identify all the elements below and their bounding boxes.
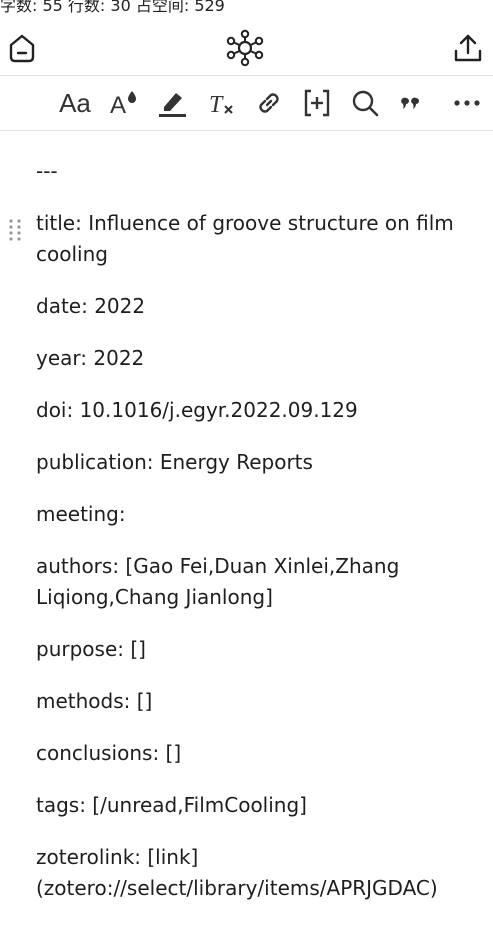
format-toolbar: Aa A T (0, 76, 493, 130)
share-button[interactable] (448, 28, 488, 68)
line-title[interactable]: title: Influence of groove structure on … (36, 208, 456, 270)
link-icon (259, 93, 279, 113)
insert-block-button[interactable] (298, 84, 336, 122)
line-publication[interactable]: publication: Energy Reports (36, 447, 456, 478)
drag-handle-icon[interactable] (8, 218, 22, 242)
insert-block-icon (304, 89, 330, 117)
top-bar (0, 22, 493, 74)
quote-button[interactable] (394, 84, 432, 122)
home-icon (9, 34, 35, 63)
text-size-button[interactable]: Aa (56, 84, 94, 122)
status-bar: 字数: 55 行数: 30 占空间: 529 (0, 0, 225, 15)
more-icon (454, 100, 480, 106)
line-year[interactable]: year: 2022 (36, 343, 456, 374)
search-button[interactable] (346, 84, 384, 122)
graph-view-icon (226, 29, 264, 67)
clear-format-glyph: T (209, 92, 224, 118)
line-doi[interactable]: doi: 10.1016/j.egyr.2022.09.129 (36, 395, 456, 426)
quote-icon (401, 97, 419, 109)
more-button[interactable] (448, 84, 486, 122)
text-color-icon: A (110, 91, 136, 118)
line-methods[interactable]: methods: [] (36, 686, 456, 717)
share-icon (454, 34, 482, 62)
line-tags[interactable]: tags: [/unread,FilmCooling] (36, 790, 456, 821)
link-button[interactable] (250, 84, 288, 122)
clear-format-button[interactable]: T (202, 84, 240, 122)
line-purpose[interactable]: purpose: [] (36, 634, 456, 665)
text-size-icon: Aa (59, 87, 91, 118)
line-authors[interactable]: authors: [Gao Fei,Duan Xinlei,Zhang Liqi… (36, 551, 456, 613)
frontmatter-delimiter[interactable]: --- (36, 156, 456, 187)
home-button[interactable] (2, 28, 42, 68)
line-zoterolink[interactable]: zoterolink: [link](zotero://select/libra… (36, 842, 456, 904)
line-conclusions[interactable]: conclusions: [] (36, 738, 456, 769)
line-date[interactable]: date: 2022 (36, 291, 456, 322)
editor-content[interactable]: --- title: Influence of groove structure… (36, 156, 456, 925)
toolbar-divider (0, 130, 493, 131)
search-icon (352, 90, 379, 117)
clear-format-icon: T (209, 92, 233, 118)
graph-view-button[interactable] (225, 28, 265, 68)
highlight-button[interactable] (153, 84, 191, 122)
text-color-button[interactable]: A (104, 84, 142, 122)
line-meeting[interactable]: meeting: (36, 499, 456, 530)
highlight-icon (159, 93, 186, 117)
text-color-glyph: A (110, 92, 126, 118)
